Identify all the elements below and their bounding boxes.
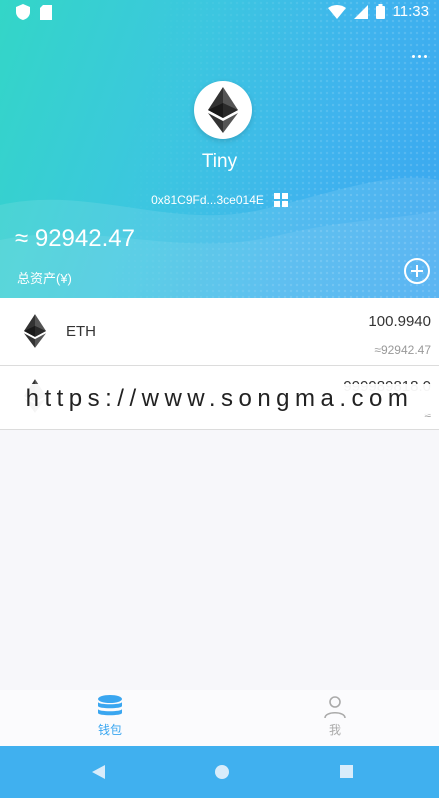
shield-icon <box>16 4 30 20</box>
android-nav-bar <box>0 746 439 798</box>
token-symbol: ETH <box>66 323 96 340</box>
wallet-address: 0x81C9Fd...3ce014E <box>151 193 264 207</box>
wallet-name: Tiny <box>201 151 238 172</box>
total-asset-label: 总资产(¥) <box>17 271 72 286</box>
person-icon <box>324 696 346 719</box>
recents-icon[interactable] <box>340 765 353 778</box>
tab-wallet-label: 钱包 <box>97 723 122 737</box>
add-circle-icon[interactable] <box>404 258 430 284</box>
home-icon[interactable] <box>215 765 229 779</box>
coin-stack-icon <box>98 695 122 716</box>
wallet-avatar <box>194 81 252 139</box>
token-fiat-value: ≈92942.47 <box>374 343 431 357</box>
sd-card-icon <box>40 4 52 20</box>
battery-icon <box>375 4 385 19</box>
ethereum-logo-icon <box>208 87 238 133</box>
tab-me-label: 我 <box>328 723 341 737</box>
token-balance: 100.9940 <box>368 313 431 330</box>
token-row-eth[interactable]: ETH 100.9940 ≈92942.47 <box>0 298 439 366</box>
back-icon[interactable] <box>92 765 105 779</box>
wallet-header: 11:33 Tiny 0x81C9Fd...3ce014E ≈ 92942.47… <box>0 0 439 298</box>
total-asset-value: ≈ 92942.47 <box>15 225 135 252</box>
status-time: 11:33 <box>392 3 429 20</box>
qr-code-icon[interactable] <box>273 193 288 207</box>
tab-wallet[interactable]: 钱包 <box>70 695 150 738</box>
bottom-tab-bar: 钱包 我 <box>0 690 439 746</box>
tab-me[interactable]: 我 <box>295 695 375 738</box>
ethereum-token-icon <box>24 314 46 348</box>
status-bar: 11:33 <box>0 0 439 24</box>
signal-icon <box>353 4 368 19</box>
address-row[interactable]: 0x81C9Fd...3ce014E <box>0 193 439 207</box>
more-icon[interactable] <box>407 44 431 68</box>
watermark-overlay: https://www.songma.com <box>0 384 439 414</box>
wifi-icon <box>327 4 346 19</box>
